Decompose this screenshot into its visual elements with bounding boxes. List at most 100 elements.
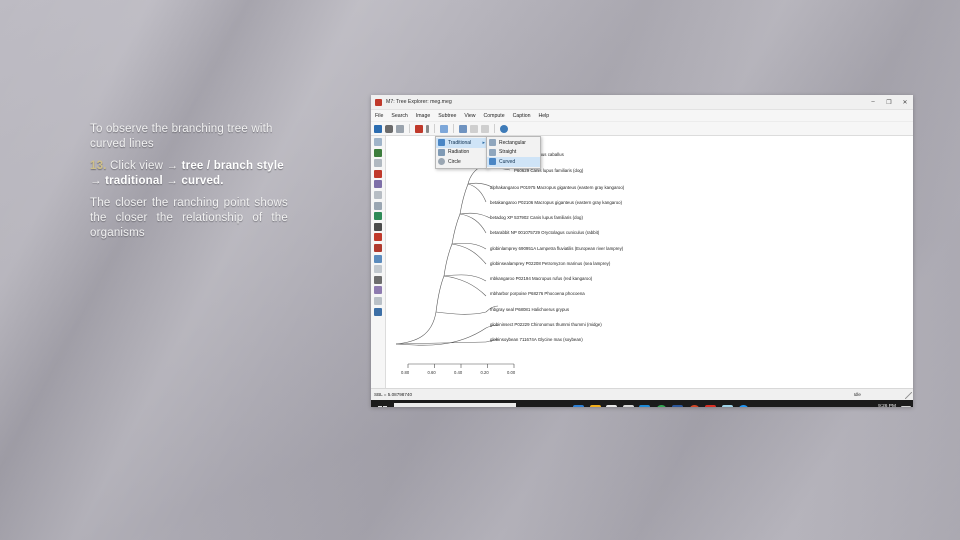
cortana-icon[interactable]: ○	[540, 405, 551, 407]
caption-icon[interactable]	[374, 254, 382, 263]
menu-item-compute[interactable]: Compute	[484, 113, 505, 119]
tree-leaf-label[interactable]: mbgray seal P68081 Halichoerus grypus	[490, 307, 569, 312]
clock-icon[interactable]	[500, 124, 508, 133]
browser-icon[interactable]: e	[639, 405, 650, 407]
edge-icon[interactable]: e	[573, 405, 584, 407]
distance-icon[interactable]	[374, 233, 382, 242]
chrome-icon[interactable]: ●	[655, 405, 667, 407]
swap-icon[interactable]	[374, 169, 382, 178]
compress-icon[interactable]	[374, 180, 382, 189]
menu-option-curved[interactable]: Curved	[487, 157, 540, 167]
menu-item-view[interactable]: View	[464, 113, 475, 119]
toolbar-separator	[434, 124, 435, 133]
options-icon[interactable]	[374, 296, 382, 305]
menu-option-label: Curved	[499, 158, 516, 165]
menu-option-circle[interactable]: Circle	[436, 157, 487, 167]
branch-shape-submenu[interactable]: Rectangular Straight Curved	[486, 136, 541, 169]
arrow-left-icon[interactable]	[470, 124, 478, 133]
tree-leaf-label[interactable]: betakangaroo P02106 Macropus giganteus (…	[490, 200, 622, 205]
flip-icon[interactable]	[459, 124, 467, 133]
minimize-button[interactable]: –	[865, 95, 881, 109]
file-explorer-icon[interactable]: ▬	[589, 405, 601, 407]
marker-icon[interactable]	[374, 201, 382, 210]
photos-icon[interactable]: ◸	[721, 405, 733, 407]
radiation-icon	[438, 148, 445, 156]
tree-leaf-label[interactable]: globinsealamprey P02208 Petromyzon marin…	[490, 261, 610, 266]
app-icon[interactable]: ●	[738, 405, 749, 407]
info-icon[interactable]	[426, 124, 429, 133]
menu-option-radiation[interactable]: Radiation	[436, 148, 487, 158]
topology-icon[interactable]	[374, 212, 382, 221]
menu-option-label: Straight	[499, 149, 517, 156]
chevron-right-icon: ▸	[482, 139, 485, 146]
menu-option-rectangular[interactable]: Rectangular	[487, 138, 540, 148]
rectangular-icon	[489, 139, 496, 147]
resize-grip[interactable]	[905, 392, 912, 399]
tree-branch-style-menu[interactable]: Traditional ▸ Radiation Circle	[435, 136, 488, 169]
mega-icon[interactable]: M	[705, 405, 716, 407]
expand-icon[interactable]	[374, 190, 382, 199]
menu-item-help[interactable]: Help	[539, 113, 550, 119]
scale-tick-2: 0.40	[454, 370, 463, 375]
tree-leaf-label[interactable]: mbharbor porpoise P68276 Phocoena phocoe…	[490, 291, 585, 296]
tree-icon[interactable]	[415, 124, 423, 133]
ruler-icon[interactable]	[374, 286, 382, 295]
tree-leaf-label[interactable]: globinlamprey 690951A Lampetra fluviatil…	[490, 246, 623, 251]
slide-text-column: To observe the branching tree with curve…	[90, 122, 288, 248]
tree-canvas[interactable]: 0.80 0.60 0.40 0.20 0.00 e P01958 Equus …	[386, 136, 913, 388]
menu-item-subtree[interactable]: Subtree	[438, 113, 456, 119]
tree-leaf-label[interactable]: mbkangaroo P02194 Macropus rufus (red ka…	[490, 276, 592, 281]
find-icon[interactable]	[374, 222, 382, 231]
toolbar-separator	[494, 124, 495, 133]
word-icon[interactable]: W	[672, 405, 683, 407]
side-toolbar	[371, 136, 386, 388]
notification-icon[interactable]	[901, 405, 911, 407]
menu-option-straight[interactable]: Straight	[487, 148, 540, 158]
clock[interactable]: 9:26 PM 17-Oct-19	[875, 404, 896, 407]
step-number: 13.	[90, 160, 107, 172]
menu-option-label: Traditional	[448, 139, 472, 146]
menu-item-caption[interactable]: Caption	[513, 113, 531, 119]
task-view-icon[interactable]: ▣	[557, 405, 568, 407]
curved-icon	[489, 158, 496, 166]
phylogenetic-tree-graphic	[395, 153, 515, 368]
tree-leaf-label[interactable]: betadog XP 537902 Canis lupus familiaris…	[490, 215, 583, 220]
start-button[interactable]	[371, 400, 393, 407]
toolbar-separator	[453, 124, 454, 133]
zoom-icon[interactable]	[374, 265, 382, 274]
menu-option-traditional[interactable]: Traditional ▸	[436, 138, 487, 148]
mail-icon[interactable]: ✉	[606, 405, 617, 407]
maximize-button[interactable]: ❐	[881, 95, 897, 109]
search-icon: ⚲	[399, 407, 404, 408]
close-button[interactable]: ✕	[897, 95, 913, 109]
copy-icon[interactable]	[396, 124, 404, 133]
menu-option-label: Radiation	[448, 149, 470, 156]
save-icon[interactable]	[374, 124, 382, 133]
tree-leaf-label[interactable]: globininsect P02229 Chironomus thummi th…	[490, 322, 602, 327]
fit-icon[interactable]	[374, 275, 382, 284]
pointer-icon[interactable]	[374, 138, 382, 146]
export-icon[interactable]	[374, 307, 382, 316]
scale-tick-0: 0.80	[401, 370, 410, 375]
root-icon[interactable]	[374, 148, 382, 157]
windows-logo-icon	[377, 406, 387, 407]
embedded-screenshot: M7: Tree Explorer: meg.meg – ❐ ✕ File Se…	[371, 95, 913, 407]
window-body: 0.80 0.60 0.40 0.20 0.00 e P01958 Equus …	[371, 136, 913, 388]
arrow-right-icon[interactable]	[481, 124, 489, 133]
flip-subtree-icon[interactable]	[374, 159, 382, 168]
search-input[interactable]: ⚲ Type here to search	[394, 403, 516, 407]
tree-leaf-label[interactable]: globinsoybean 711674A Glycine max (soybe…	[490, 337, 583, 342]
branch-icon[interactable]	[440, 124, 448, 133]
menu-item-file[interactable]: File	[375, 113, 383, 119]
menu-item-image[interactable]: Image	[416, 113, 430, 119]
slide-paragraph-1: To observe the branching tree with curve…	[90, 123, 273, 150]
store-icon[interactable]: ■	[622, 405, 634, 407]
powerpoint-icon[interactable]: P	[688, 405, 700, 407]
print-icon[interactable]	[385, 124, 393, 133]
status-state: Idle	[853, 392, 861, 397]
menu-item-search[interactable]: Search	[391, 113, 407, 119]
tree-leaf-label[interactable]: betarabbit NP 001075729 Oryctolagus cuni…	[490, 230, 599, 235]
scale-icon[interactable]	[374, 243, 382, 252]
windows-taskbar: ⚲ Type here to search ○ ▣ e ▬ ✉ ■ e ● W …	[371, 400, 913, 407]
tree-leaf-label[interactable]: alphakangaroo P01975 Macropus giganteus …	[490, 185, 624, 190]
